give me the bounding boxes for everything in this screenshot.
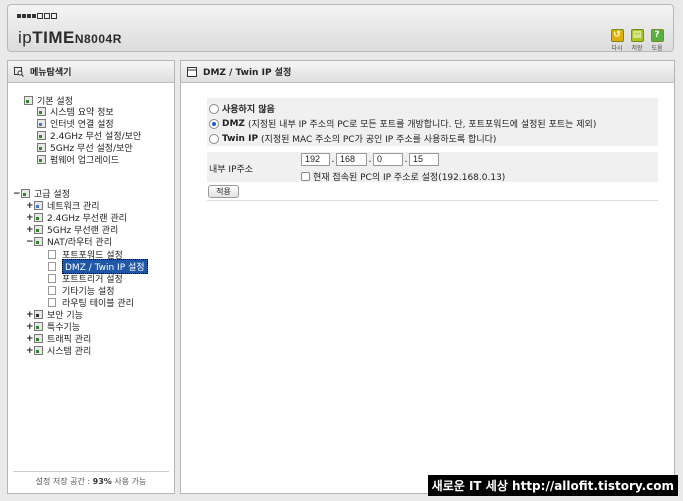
expand-icon[interactable]: + [26, 310, 34, 320]
tree-group-security[interactable]: + 보안 기능 [26, 309, 83, 322]
sidebar: 메뉴탐색기 기본 설정 시스템 요약 정보 인터넷 연결 설정 2.4GHz 무… [7, 60, 175, 494]
internal-ip-label: 내부 IP주소 [209, 165, 254, 175]
apply-button[interactable]: 적용 [208, 185, 239, 198]
use-current-ip-option[interactable]: 현재 접속된 PC의 IP 주소로 설정(192.168.0.13) [301, 170, 505, 183]
expand-icon[interactable]: + [26, 334, 34, 344]
lock-icon [34, 310, 43, 319]
firmware-icon [37, 155, 46, 164]
save-button[interactable]: ▤ 저장 [629, 29, 645, 52]
tree-advanced-settings[interactable]: − 고급 설정 [13, 188, 70, 201]
wifi-icon [37, 143, 46, 152]
tree-item-port-trigger[interactable]: 포트트리거 설정 [48, 273, 123, 285]
tree-group-nat[interactable]: − NAT/라우터 관리 [26, 236, 112, 249]
internal-ip-row: 내부 IP주소 192 . 168 . 0 . 15 현재 접속된 PC의 IP… [207, 152, 658, 183]
ip-octet-3[interactable]: 0 [373, 153, 403, 166]
tree-group-wifi24[interactable]: + 2.4GHz 무선랜 관리 [26, 212, 127, 225]
special-icon [34, 322, 43, 331]
page-icon [48, 286, 56, 295]
expand-icon[interactable]: + [26, 225, 34, 235]
page-icon [48, 274, 56, 283]
folder-icon [24, 96, 33, 105]
page-title: DMZ / Twin IP 설정 [203, 68, 292, 78]
page-icon [48, 250, 56, 259]
ip-octet-1[interactable]: 192 [301, 153, 330, 166]
collapse-icon[interactable]: − [26, 237, 34, 247]
tree-item-routing-table[interactable]: 라우팅 테이블 관리 [48, 297, 134, 309]
save-icon: ▤ [630, 29, 644, 42]
magnifier-icon [14, 66, 24, 77]
system-icon [34, 346, 43, 355]
collapse-icon[interactable]: − [13, 189, 21, 199]
expand-icon[interactable]: + [26, 322, 34, 332]
tree-item-misc[interactable]: 기타기능 설정 [48, 285, 115, 297]
tree-group-network[interactable]: + 네트워크 관리 [26, 200, 100, 213]
page-icon [48, 298, 56, 307]
tree-group-system[interactable]: + 시스템 관리 [26, 345, 91, 358]
top-header: ipTIMEN8004R ↺ 다시 ▤ 저장 ? 도움 [7, 4, 674, 52]
undo-icon: ↺ [610, 29, 624, 42]
tree-item-wifi24[interactable]: 2.4GHz 무선 설정/보안 [37, 130, 141, 142]
system-icon [37, 107, 46, 116]
traffic-icon [34, 334, 43, 343]
wifi-icon [34, 213, 43, 222]
ip-octet-2[interactable]: 168 [336, 153, 367, 166]
tree-item-dmz[interactable]: DMZ / Twin IP 설정 [48, 259, 148, 274]
tree-item-internet[interactable]: 인터넷 연결 설정 [37, 118, 114, 130]
logo-dots [17, 13, 57, 19]
radio-dmz[interactable] [209, 118, 219, 129]
undo-button[interactable]: ↺ 다시 [609, 29, 625, 52]
page-icon [48, 262, 56, 271]
help-icon: ? [650, 29, 664, 42]
tree-group-special[interactable]: + 특수기능 [26, 321, 80, 334]
wifi-icon [34, 225, 43, 234]
sidebar-header: 메뉴탐색기 [8, 61, 174, 83]
watermark: 새로운 IT 세상 http://allofit.tistory.com [427, 475, 678, 496]
expand-icon[interactable]: + [26, 213, 34, 223]
sidebar-title: 메뉴탐색기 [30, 68, 72, 78]
brand-logo: ipTIMEN8004R [18, 28, 122, 47]
tree-item-wifi5[interactable]: 5GHz 무선 설정/보안 [37, 142, 133, 154]
option-disabled[interactable]: 사용하지 않음 [209, 102, 278, 115]
router-icon [34, 237, 43, 246]
help-button[interactable]: ? 도움 [649, 29, 665, 52]
divider [207, 200, 658, 201]
tree-item-firmware[interactable]: 펌웨어 업그레이드 [37, 154, 119, 166]
expand-icon[interactable]: + [26, 346, 34, 356]
tree-item-system-summary[interactable]: 시스템 요약 정보 [37, 106, 114, 118]
internal-ip-fields: 192 . 168 . 0 . 15 [301, 153, 439, 166]
ip-octet-4[interactable]: 15 [409, 153, 439, 166]
network-icon [34, 201, 43, 210]
main-header: DMZ / Twin IP 설정 [181, 61, 674, 83]
internet-icon [37, 119, 46, 128]
folder-icon [21, 189, 30, 198]
option-dmz[interactable]: DMZ (지정된 내부 IP 주소의 PC로 모든 포트를 개방합니다. 단, … [209, 117, 596, 130]
wifi-icon [37, 131, 46, 140]
main-panel: DMZ / Twin IP 설정 사용하지 않음 DMZ (지정된 내부 IP … [180, 60, 675, 494]
mode-options: 사용하지 않음 DMZ (지정된 내부 IP 주소의 PC로 모든 포트를 개방… [207, 98, 658, 146]
radio-disabled[interactable] [209, 103, 219, 114]
storage-status: 설정 저장 공간 : 93% 사용 가능 [13, 471, 169, 487]
radio-twin-ip[interactable] [209, 133, 219, 144]
use-current-ip-checkbox[interactable] [301, 172, 310, 181]
window-icon [187, 66, 197, 77]
option-twin-ip[interactable]: Twin IP (지정된 MAC 주소의 PC가 공인 IP 주소를 사용하도록… [209, 132, 496, 145]
tree-group-traffic[interactable]: + 트래픽 관리 [26, 333, 91, 346]
tree-group-wifi5[interactable]: + 5GHz 무선랜 관리 [26, 224, 118, 237]
expand-icon[interactable]: + [26, 201, 34, 211]
